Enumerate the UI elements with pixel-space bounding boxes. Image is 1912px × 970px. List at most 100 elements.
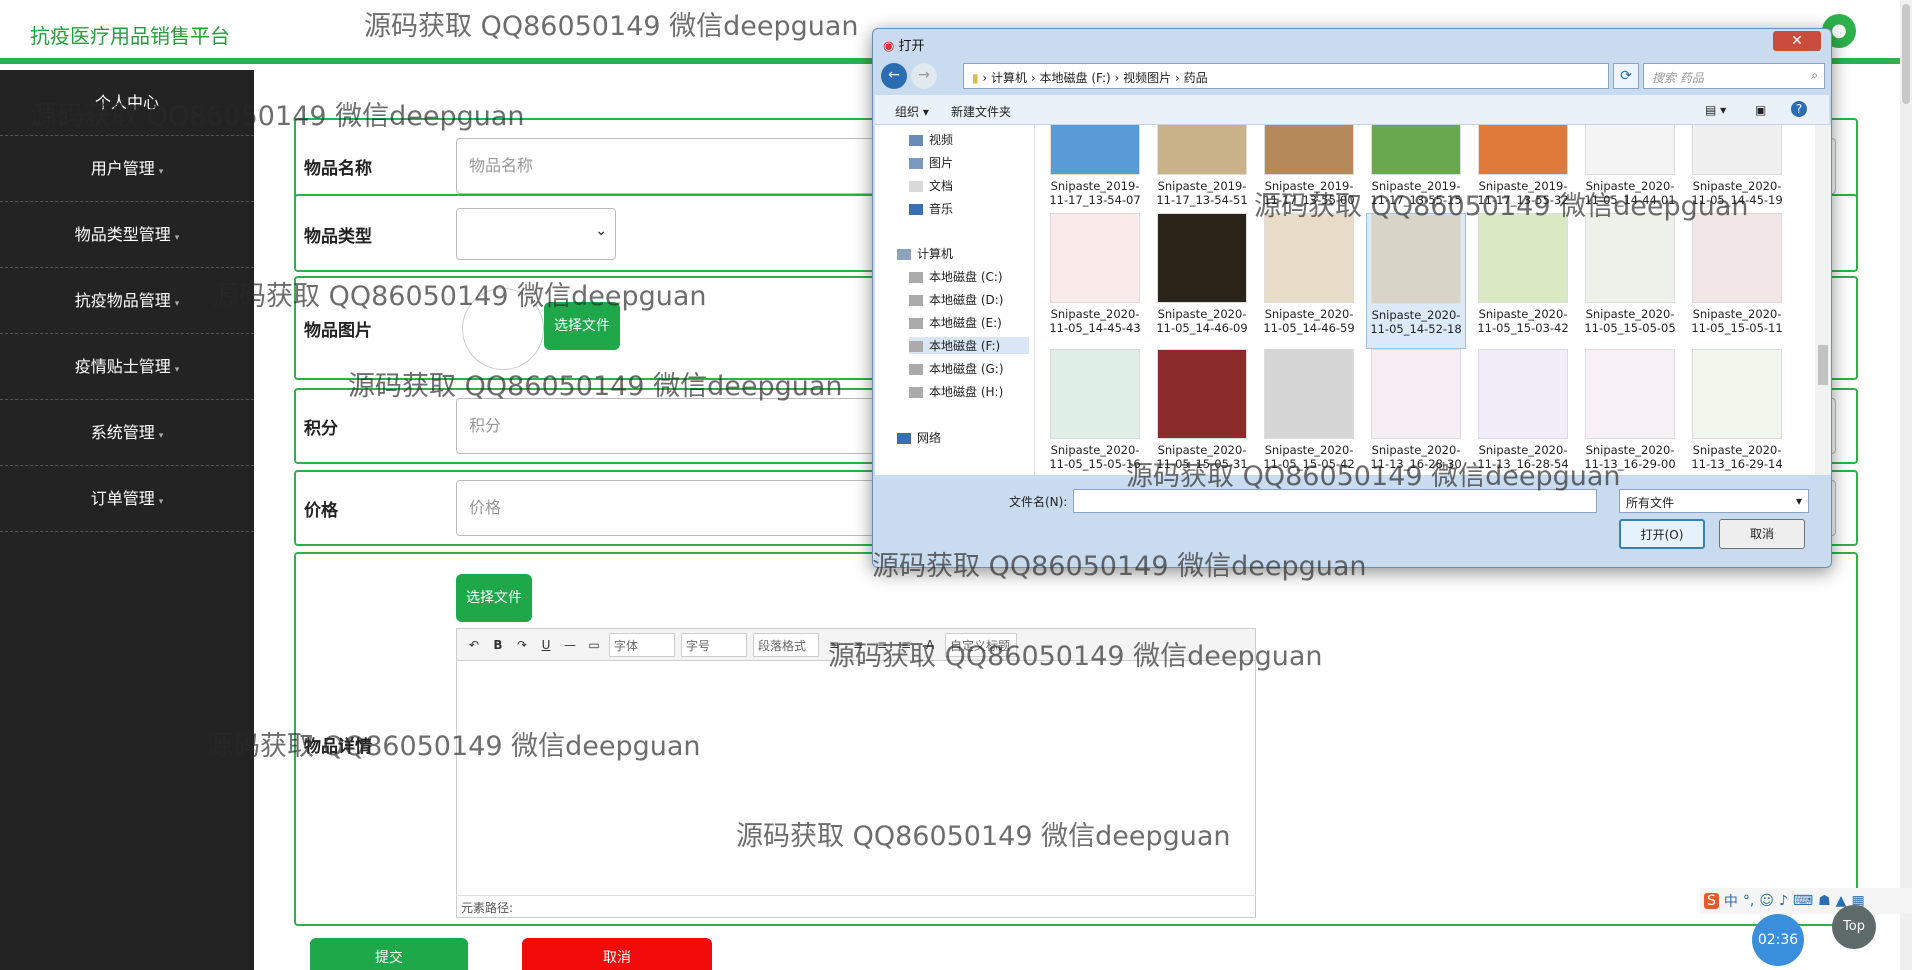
file-item[interactable]: Snipaste_2020- 11-05_15-03-42 (1473, 213, 1573, 349)
cancel-button[interactable]: 取消 (522, 938, 712, 970)
folder-icon (909, 158, 923, 169)
sidebar-item-label: 系统管理 (90, 423, 155, 442)
tree-item-drive[interactable]: 本地磁盘 (G:) (909, 360, 1004, 377)
file-item[interactable]: Snipaste_2019- 11-17_13-54-51 (1152, 125, 1252, 221)
tree-item[interactable]: 文档 (909, 177, 953, 194)
file-item[interactable]: Snipaste_2020- 11-05_14-45-43 (1045, 213, 1145, 349)
sidebar-item-user-management[interactable]: 用户管理 ▾ (0, 136, 254, 202)
file-item[interactable]: Snipaste_2020- 11-05_14-46-59 (1259, 213, 1359, 349)
help-icon[interactable]: ? (1791, 101, 1807, 117)
dialog-cancel-button[interactable]: 取消 (1719, 519, 1805, 549)
filename-input[interactable] (1073, 489, 1597, 513)
custom-title-dropdown[interactable]: 自定义标题 (945, 632, 1017, 657)
file-item[interactable]: Snipaste_2019- 11-17_13-54-07 (1045, 125, 1145, 221)
sidebar-item-epidemic-goods-management[interactable]: 抗疫物品管理 ▾ (0, 268, 254, 334)
new-folder-button[interactable]: 新建文件夹 (951, 103, 1011, 120)
back-arrow-icon[interactable]: ← (881, 63, 907, 89)
microphone-icon[interactable]: ♪ (1779, 893, 1788, 909)
breadcrumb-medicine[interactable]: 药品 (1184, 71, 1208, 85)
tree-item[interactable]: 图片 (909, 154, 953, 171)
file-item-selected[interactable]: Snipaste_2020- 11-05_14-52-18 (1366, 213, 1466, 349)
breadcrumb-computer[interactable]: 计算机 (991, 71, 1027, 85)
sidebar-item-epidemic-tips-management[interactable]: 疫情贴士管理 ▾ (0, 334, 254, 400)
file-item[interactable]: Snipaste_2020- 11-05_14-44-01 (1580, 125, 1680, 221)
tree-item-computer[interactable]: 计算机 (897, 245, 953, 262)
file-item[interactable]: Snipaste_2019- 11-17_13-55-00 (1259, 125, 1359, 221)
align-center-icon[interactable]: ≡ (849, 638, 867, 652)
close-icon[interactable]: ✕ (1773, 31, 1821, 51)
punctuation-icon[interactable]: °, (1743, 893, 1754, 909)
breadcrumb-video-images[interactable]: 视频图片 (1123, 71, 1171, 85)
file-thumbnail (1478, 213, 1568, 303)
tree-item[interactable]: 音乐 (909, 200, 953, 217)
user-icon[interactable]: ☗ (1818, 893, 1831, 909)
file-item[interactable]: Snipaste_2020- 11-13_16-28-30 (1366, 349, 1466, 475)
back-to-top-button[interactable]: Top (1832, 905, 1876, 949)
align-justify-icon[interactable]: ≡ (897, 638, 915, 652)
file-item[interactable]: Snipaste_2019- 11-17_13-55-32 (1473, 125, 1573, 221)
tree-item-drive[interactable]: 本地磁盘 (E:) (909, 314, 1002, 331)
file-grid-scrollbar[interactable] (1815, 125, 1831, 475)
refresh-icon[interactable]: ⟳ (1613, 63, 1639, 89)
sogou-icon[interactable]: S (1704, 893, 1719, 909)
sidebar-item-order-management[interactable]: 订单管理 ▾ (0, 466, 254, 532)
forward-arrow-icon[interactable]: → (911, 63, 937, 89)
tree-item[interactable]: 视频 (909, 131, 953, 148)
file-item[interactable]: Snipaste_2020- 11-05_15-05-42 (1259, 349, 1359, 475)
tree-item-network[interactable]: 网络 (897, 429, 941, 446)
ime-toolbar[interactable]: S 中 °, ☺ ♪ ⌨ ☗ ▲ ▦ (1700, 888, 1912, 914)
file-item[interactable]: Snipaste_2020- 11-05_15-05-16 (1045, 349, 1145, 475)
font-dropdown[interactable]: 字体 (609, 632, 675, 657)
page-scrollbar[interactable] (1900, 0, 1912, 970)
view-icon[interactable]: ▤ ▾ (1705, 103, 1726, 117)
underline-icon[interactable]: U (537, 638, 555, 652)
font-color-icon[interactable]: A (921, 638, 939, 652)
open-button[interactable]: 打开(O) (1619, 519, 1705, 549)
scrollbar-thumb[interactable] (1818, 345, 1828, 385)
document-icon[interactable]: ▭ (585, 638, 603, 652)
file-item[interactable]: Snipaste_2020- 11-05_14-45-19 (1687, 125, 1787, 221)
bold-icon[interactable]: B (489, 638, 507, 652)
scrollbar-thumb[interactable] (1902, 4, 1910, 104)
tree-item-drive[interactable]: 本地磁盘 (H:) (909, 383, 1003, 400)
horizontal-rule-icon[interactable]: — (561, 638, 579, 652)
sidebar-item-personal-center[interactable]: 个人中心 (0, 70, 254, 136)
file-item[interactable]: Snipaste_2020- 11-05_15-05-05 (1580, 213, 1680, 349)
sidebar-item-item-type-management[interactable]: 物品类型管理 ▾ (0, 202, 254, 268)
rich-text-editor: ↶ B ↷ U — ▭ 字体 字号 段落格式 ≡ ≡ ≡ ≡ A 自定义标题 元… (456, 628, 1256, 918)
chinese-mode-icon[interactable]: 中 (1724, 891, 1738, 911)
file-item[interactable]: Snipaste_2020- 11-05_15-05-31 (1152, 349, 1252, 475)
type-select[interactable]: ⌄ (456, 208, 616, 260)
choose-detail-file-button[interactable]: 选择文件 (456, 574, 532, 622)
align-right-icon[interactable]: ≡ (873, 638, 891, 652)
file-item[interactable]: Snipaste_2019- 11-17_13-55-15 (1366, 125, 1466, 221)
redo-icon[interactable]: ↷ (513, 638, 531, 652)
dialog-nav: ← → ▮ › 计算机 › 本地磁盘 (F:) › 视频图片 › 药品 ⟳ 搜索… (881, 61, 1825, 91)
align-left-icon[interactable]: ≡ (825, 638, 843, 652)
address-bar[interactable]: ▮ › 计算机 › 本地磁盘 (F:) › 视频图片 › 药品 (963, 63, 1609, 89)
submit-button[interactable]: 提交 (310, 938, 468, 970)
breadcrumb-drive-f[interactable]: 本地磁盘 (F:) (1040, 71, 1111, 85)
size-dropdown[interactable]: 字号 (681, 632, 747, 657)
file-item[interactable]: Snipaste_2020- 11-13_16-29-00 (1580, 349, 1680, 475)
choose-image-button[interactable]: 选择文件 (544, 302, 620, 350)
file-item[interactable]: Snipaste_2020- 11-13_16-28-54 (1473, 349, 1573, 475)
tree-item-drive[interactable]: 本地磁盘 (C:) (909, 268, 1003, 285)
organize-button[interactable]: 组织 ▾ (895, 103, 929, 120)
keyboard-icon[interactable]: ⌨ (1793, 893, 1813, 909)
undo-icon[interactable]: ↶ (465, 638, 483, 652)
dialog-search-input[interactable]: 搜索 药品 ⌕ (1643, 63, 1825, 89)
paragraph-dropdown[interactable]: 段落格式 (753, 632, 819, 657)
file-item[interactable]: Snipaste_2020- 11-05_14-46-09 (1152, 213, 1252, 349)
emoji-icon[interactable]: ☺ (1759, 893, 1774, 909)
preview-pane-icon[interactable]: ▣ (1755, 103, 1766, 117)
sidebar-item-system-management[interactable]: 系统管理 ▾ (0, 400, 254, 466)
tree-item-drive[interactable]: 本地磁盘 (D:) (909, 291, 1003, 308)
file-item[interactable]: Snipaste_2020- 11-13_16-29-14 (1687, 349, 1787, 475)
chevron-down-icon: ⌄ (595, 223, 607, 239)
file-item[interactable]: Snipaste_2020- 11-05_15-05-11 (1687, 213, 1787, 349)
tree-item-drive-selected[interactable]: 本地磁盘 (F:) (909, 337, 1029, 354)
clock-widget: 02:36 (1752, 914, 1804, 966)
caret-icon: ▾ (158, 167, 164, 177)
filetype-select[interactable]: 所有文件 ▾ (1619, 489, 1809, 513)
